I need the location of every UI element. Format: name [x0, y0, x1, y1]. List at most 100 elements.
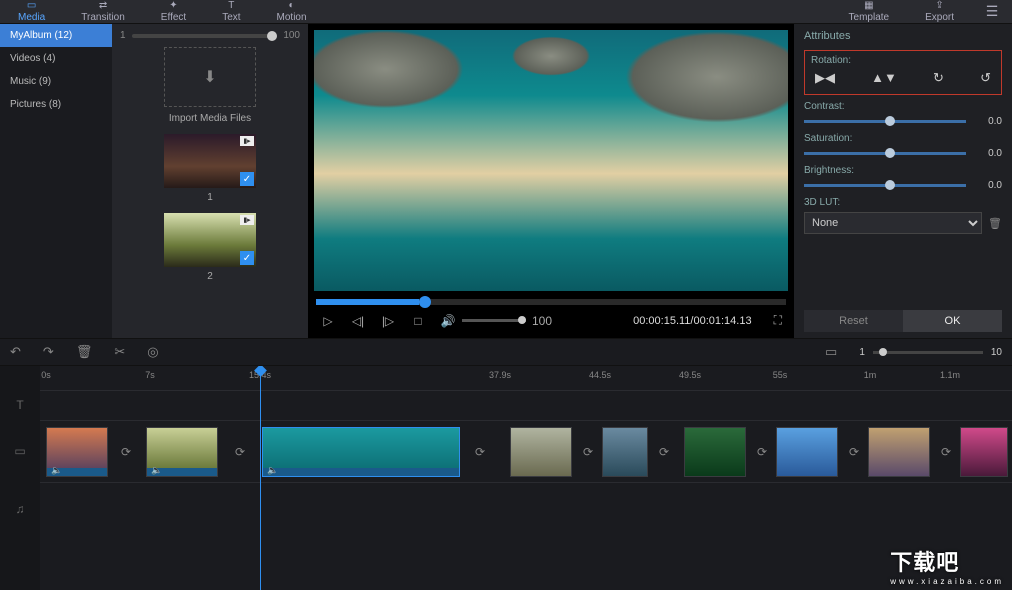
- split-button[interactable]: ✂: [114, 344, 125, 360]
- text-track[interactable]: [40, 390, 1012, 420]
- rotate-cw-button[interactable]: ↻: [933, 70, 944, 86]
- lut-delete-button[interactable]: 🗑: [988, 217, 1002, 230]
- sidebar-item-myalbum[interactable]: MyAlbum (12): [0, 24, 112, 47]
- transition-icon[interactable]: ⟳: [937, 443, 955, 461]
- timeline-clip-selected[interactable]: 🔈: [262, 427, 460, 477]
- ruler-tick: 49.5s: [679, 370, 701, 380]
- rotation-label: Rotation:: [811, 55, 995, 66]
- tab-effect[interactable]: ✦Effect: [143, 0, 204, 23]
- saturation-slider[interactable]: [804, 152, 966, 155]
- timeline-zoom-slider[interactable]: [873, 351, 983, 354]
- transition-icon[interactable]: ⟳: [579, 443, 597, 461]
- video-track[interactable]: 🔈 ⟳ 🔈 ⟳ 🔈 ⟳ ⟳ ⟳ ⟳ ⟳ ⟳: [40, 420, 1012, 482]
- timeline-toolbar: ↶ ↷ 🗑 ✂ ◎ ▭ 1 10: [0, 338, 1012, 366]
- volume-icon[interactable]: 🔊: [440, 314, 456, 328]
- rotate-ccw-button[interactable]: ↺: [980, 70, 991, 86]
- redo-button[interactable]: ↷: [43, 344, 54, 360]
- timeline-clip[interactable]: [868, 427, 930, 477]
- tab-label: Media: [18, 12, 45, 23]
- timeline-clip[interactable]: [960, 427, 1008, 477]
- sidebar-item-pictures[interactable]: Pictures (8): [0, 93, 112, 116]
- timeline-zoom-min: 1: [859, 347, 865, 358]
- timeline-clip[interactable]: 🔈: [46, 427, 108, 477]
- timeline-clip[interactable]: [684, 427, 746, 477]
- brightness-label: Brightness:: [804, 165, 1002, 176]
- contrast-label: Contrast:: [804, 101, 1002, 112]
- prev-frame-button[interactable]: ◁|: [350, 314, 366, 328]
- media-thumb-1[interactable]: ▮▸ ✓: [164, 134, 256, 188]
- flip-vertical-button[interactable]: ▲▼: [871, 70, 897, 86]
- fit-button[interactable]: ▭: [825, 344, 837, 360]
- play-button[interactable]: ▷: [320, 314, 336, 328]
- timeline-clip[interactable]: [776, 427, 838, 477]
- check-icon: ✓: [240, 251, 254, 265]
- flip-horizontal-button[interactable]: ▶◀: [815, 70, 835, 86]
- playhead[interactable]: [260, 366, 261, 590]
- audio-track[interactable]: [40, 482, 1012, 536]
- tab-label: Template: [849, 12, 890, 23]
- media-sidebar: MyAlbum (12) Videos (4) Music (9) Pictur…: [0, 24, 112, 338]
- contrast-slider[interactable]: [804, 120, 966, 123]
- tab-label: Text: [222, 12, 240, 23]
- text-track-icon[interactable]: T: [0, 390, 40, 420]
- timeline-clip[interactable]: [510, 427, 572, 477]
- video-badge-icon: ▮▸: [240, 215, 254, 225]
- transition-icon[interactable]: ⟳: [845, 443, 863, 461]
- media-list-panel: 1 100 ⬇ Import Media Files ▮▸ ✓ 1 ▮▸ ✓ 2: [112, 24, 308, 338]
- tab-template[interactable]: ▦Template: [831, 0, 908, 23]
- volume-slider[interactable]: [462, 319, 526, 322]
- tab-label: Export: [925, 12, 954, 23]
- timeline: T ▭ ♫ 0s 7s 15.4s 37.9s 44.5s 49.5s 55s …: [0, 366, 1012, 590]
- ok-button[interactable]: OK: [903, 310, 1002, 332]
- import-media-button[interactable]: ⬇: [164, 47, 256, 107]
- thumb-zoom-slider[interactable]: [132, 34, 278, 38]
- next-frame-button[interactable]: |▷: [380, 314, 396, 328]
- check-icon: ✓: [240, 172, 254, 186]
- media-thumb-2[interactable]: ▮▸ ✓: [164, 213, 256, 267]
- lut-select[interactable]: None: [804, 212, 982, 234]
- undo-button[interactable]: ↶: [10, 344, 21, 360]
- import-label: Import Media Files: [120, 113, 300, 124]
- brightness-slider[interactable]: [804, 184, 966, 187]
- top-tabbar: ▭Media ⇄Transition ✦Effect TText ◐Motion…: [0, 0, 1012, 24]
- preview-viewport[interactable]: [314, 30, 788, 291]
- crop-button[interactable]: ◎: [147, 344, 158, 360]
- attributes-title: Attributes: [804, 30, 1002, 42]
- delete-button[interactable]: 🗑: [76, 344, 93, 360]
- timeline-clip[interactable]: 🔈: [146, 427, 218, 477]
- effect-icon: ✦: [169, 1, 177, 11]
- tab-media[interactable]: ▭Media: [0, 0, 63, 23]
- transition-icon[interactable]: ⟳: [117, 443, 135, 461]
- reset-button[interactable]: Reset: [804, 310, 903, 332]
- rotation-group: Rotation: ▶◀ ▲▼ ↻ ↺: [804, 50, 1002, 95]
- fullscreen-button[interactable]: ⛶: [774, 313, 782, 328]
- tab-motion[interactable]: ◐Motion: [259, 0, 325, 23]
- timeline-zoom-max: 10: [991, 347, 1002, 358]
- motion-icon: ◐: [289, 1, 295, 11]
- preview-scrubber[interactable]: [316, 299, 786, 305]
- attributes-panel: Attributes Rotation: ▶◀ ▲▼ ↻ ↺ Contrast:…: [794, 24, 1012, 338]
- media-icon: ▭: [27, 1, 36, 11]
- time-ruler[interactable]: 0s 7s 15.4s 37.9s 44.5s 49.5s 55s 1m 1.1…: [40, 366, 1012, 390]
- transition-icon[interactable]: ⟳: [753, 443, 771, 461]
- audio-track-icon[interactable]: ♫: [0, 482, 40, 536]
- tab-text[interactable]: TText: [204, 0, 258, 23]
- transition-icon[interactable]: ⟳: [471, 443, 489, 461]
- sidebar-item-videos[interactable]: Videos (4): [0, 47, 112, 70]
- sidebar-item-music[interactable]: Music (9): [0, 70, 112, 93]
- thumb-zoom-min: 1: [120, 30, 126, 41]
- transition-icon[interactable]: ⟳: [655, 443, 673, 461]
- transition-icon: ⇄: [99, 1, 107, 11]
- timeline-clip[interactable]: [602, 427, 648, 477]
- menu-button[interactable]: ☰: [972, 0, 1012, 23]
- ruler-tick: 1.1m: [940, 370, 960, 380]
- video-badge-icon: ▮▸: [240, 136, 254, 146]
- tab-label: Motion: [277, 12, 307, 23]
- video-track-icon[interactable]: ▭: [0, 420, 40, 482]
- brightness-value: 0.0: [974, 180, 1002, 191]
- stop-button[interactable]: □: [410, 314, 426, 328]
- tab-export[interactable]: ⇪Export: [907, 0, 972, 23]
- transition-icon[interactable]: ⟳: [231, 443, 249, 461]
- tab-transition[interactable]: ⇄Transition: [63, 0, 143, 23]
- ruler-tick: 1m: [864, 370, 877, 380]
